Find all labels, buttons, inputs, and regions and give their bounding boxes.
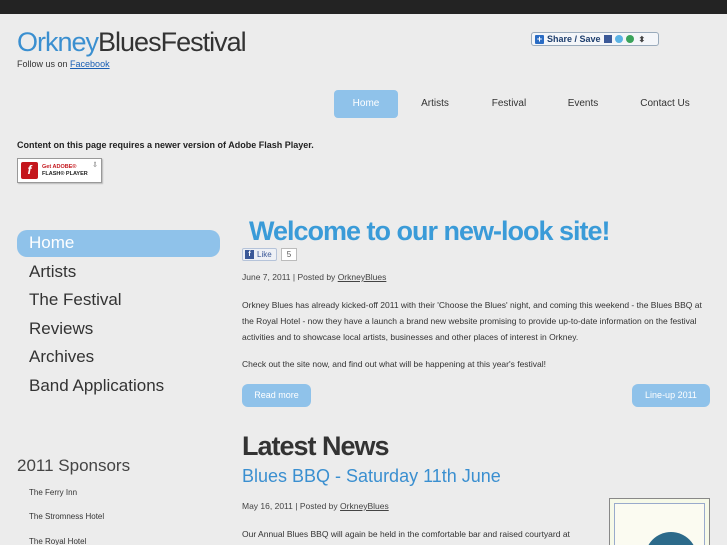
post-meta: June 7, 2011 | Posted by OrkneyBlues [242,272,386,282]
logo-part-orkney: Orkney [17,27,99,57]
lineup-2011-button[interactable]: Line-up 2011 [632,384,710,407]
news-meta: May 16, 2011 | Posted by OrkneyBlues [242,501,389,511]
sidebar-item-band-applications[interactable]: Band Applications [17,373,220,400]
plus-icon: + [535,33,544,44]
news-title[interactable]: Blues BBQ - Saturday 11th June [242,466,501,487]
like-button[interactable]: f Like [242,248,277,261]
download-icon: ⇩ [92,162,98,169]
news-thumbnail[interactable] [609,498,710,545]
news-paragraph: Our Annual Blues BBQ will again be held … [242,529,570,539]
sidebar-item-artists[interactable]: Artists [17,259,220,286]
sidebar-item-archives[interactable]: Archives [17,344,220,371]
twitter-icon [614,35,623,43]
sponsor-link[interactable]: The Stromness Hotel [29,512,104,521]
follow-text: Follow us on [17,59,68,69]
flash-adobe-label: ADOBE® [52,163,77,170]
posted-by-label: Posted by [299,501,338,511]
news-date: May 16, 2011 [242,501,293,511]
sidebar-item-the-festival[interactable]: The Festival [17,287,220,314]
flash-required-message: Content on this page requires a newer ve… [17,140,314,150]
posted-by-label: Posted by [297,272,336,282]
follow-us: Follow us on Facebook [17,59,110,69]
facebook-link[interactable]: Facebook [70,59,110,69]
author-link[interactable]: OrkneyBlues [338,272,387,282]
site-logo[interactable]: OrkneyBluesFestival [17,27,247,58]
share-icon [625,35,634,43]
sidebar-nav: Home Artists The Festival Reviews Archiv… [17,230,220,401]
main-nav: Home Artists Festival Events Contact Us [334,90,710,118]
thumbnail-frame [614,503,705,545]
like-label: Like [257,250,272,259]
logo-part-festival: Festival [160,27,247,57]
author-link[interactable]: OrkneyBlues [340,501,389,511]
sponsors-heading: 2011 Sponsors [17,456,131,475]
get-flash-player-button[interactable]: f Get ADOBE® FLASH® PLAYER ⇩ [17,158,102,183]
share-save-button[interactable]: + Share / Save ⬍ [531,32,659,46]
nav-contact-us[interactable]: Contact Us [620,90,710,118]
flash-button-text: Get ADOBE® FLASH® PLAYER [42,164,88,178]
sidebar-item-reviews[interactable]: Reviews [17,316,220,343]
logo-part-blues: Blues [98,27,162,57]
top-bar [0,0,727,14]
post-title[interactable]: Welcome to our new-look site! [249,216,611,247]
meta-separator: | [295,501,298,511]
like-count: 5 [280,248,298,261]
read-more-button[interactable]: Read more [242,384,311,407]
post-paragraph: Orkney Blues has already kicked-off 2011… [242,300,702,342]
share-label: Share / Save [547,34,601,44]
flash-get-label: Get [42,163,53,170]
facebook-icon [603,35,612,43]
nav-home[interactable]: Home [334,90,398,118]
flash-player-label: FLASH® PLAYER [42,170,88,177]
dropdown-arrow-icon: ⬍ [638,34,646,44]
post-paragraph: Check out the site now, and find out wha… [242,359,547,369]
nav-festival[interactable]: Festival [472,90,546,118]
nav-artists[interactable]: Artists [398,90,472,118]
post-date: June 7, 2011 [242,272,291,282]
meta-separator: | [292,272,296,282]
latest-news-heading: Latest News [242,431,390,461]
facebook-icon: f [245,250,254,259]
flash-logo-icon: f [21,162,38,179]
facebook-like: f Like 5 [242,248,298,261]
thumbnail-graphic [645,532,697,545]
sponsor-link[interactable]: The Ferry Inn [29,488,77,497]
sponsor-link[interactable]: The Royal Hotel [29,537,86,545]
sidebar-item-home[interactable]: Home [17,230,220,257]
nav-events[interactable]: Events [546,90,620,118]
